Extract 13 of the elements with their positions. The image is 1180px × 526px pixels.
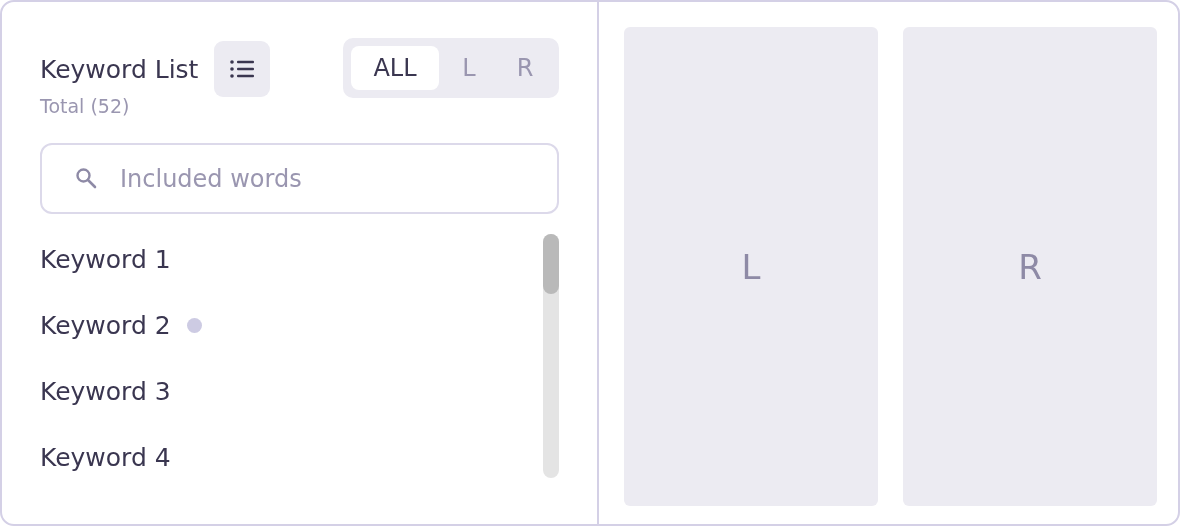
scrollbar-thumb[interactable]	[543, 234, 559, 294]
filter-tab[interactable]: ALL	[351, 46, 439, 90]
keyword-item[interactable]: Keyword 3	[40, 376, 171, 406]
keyword-item[interactable]: Keyword 4	[40, 442, 171, 472]
panel-label: L	[741, 246, 761, 287]
list-view-button[interactable]	[214, 41, 271, 97]
keyword-item[interactable]: Keyword 1	[40, 244, 171, 274]
panel-title: Keyword List	[40, 54, 199, 84]
keyword-item[interactable]: Keyword 2	[40, 310, 171, 340]
search-field[interactable]: Included words	[40, 143, 559, 214]
panel-label: R	[1018, 246, 1042, 287]
total-count: Total (52)	[40, 95, 131, 117]
list-icon	[229, 58, 256, 80]
